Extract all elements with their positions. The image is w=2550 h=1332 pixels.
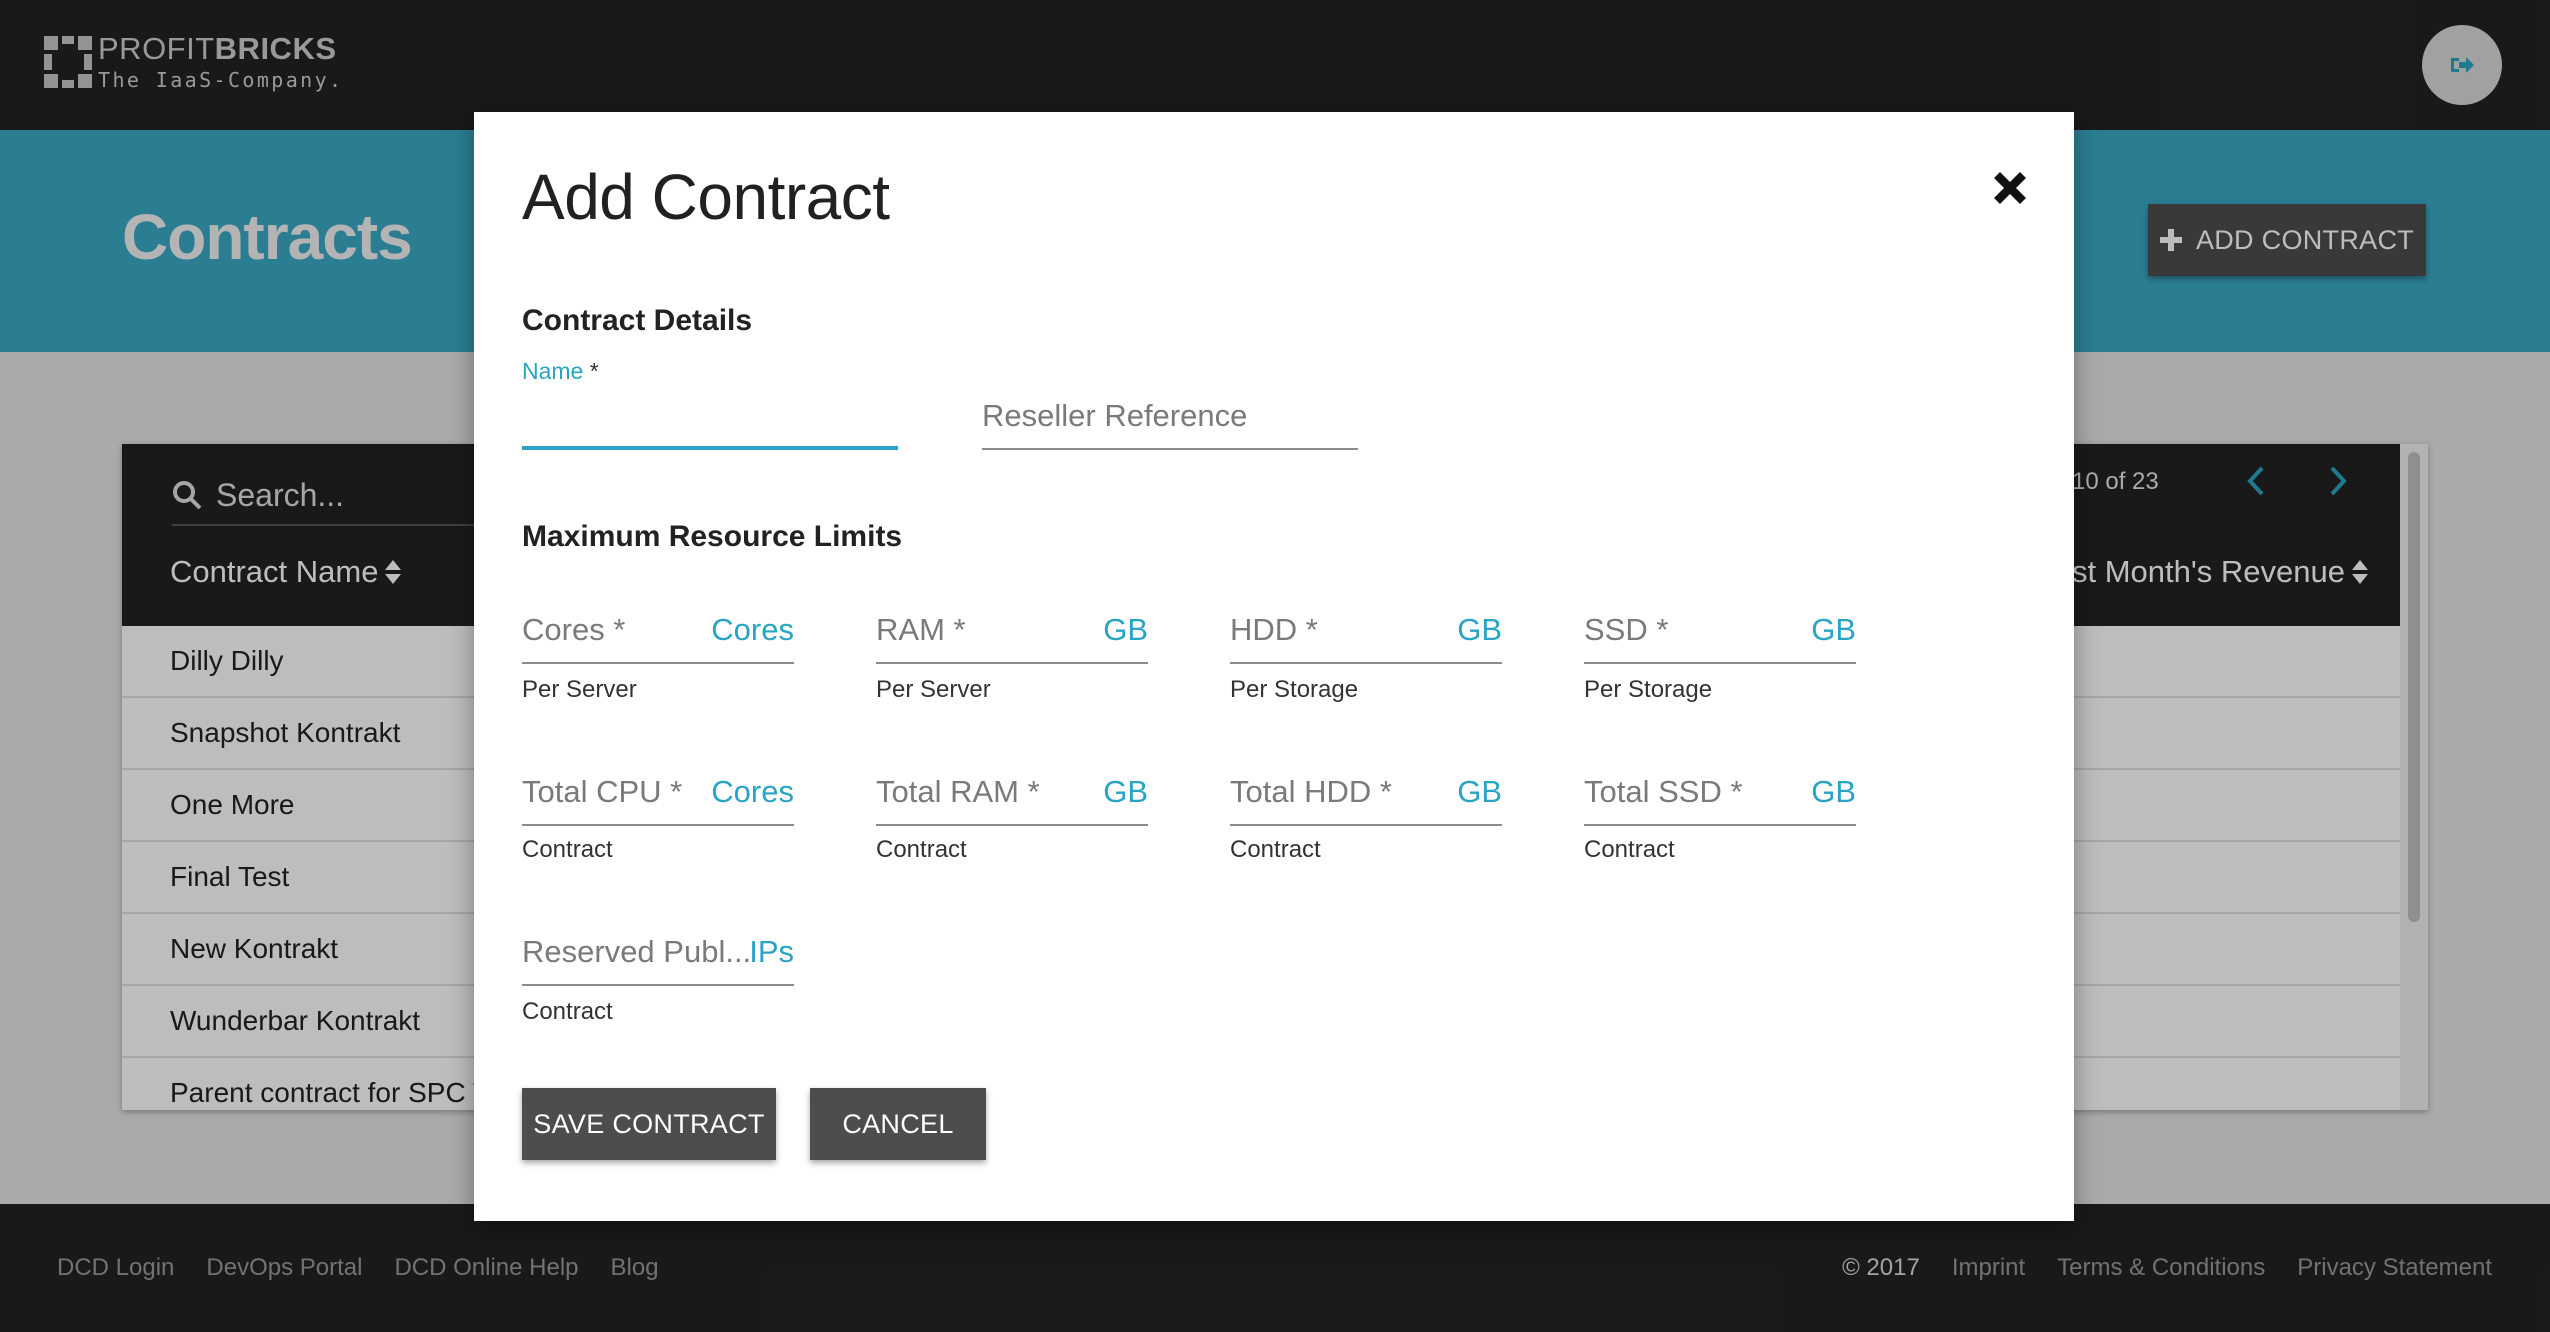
total-cpu-input[interactable]: Total CPU * Cores [522,766,794,826]
helper-text: Per Server [876,676,991,703]
close-icon[interactable] [1988,166,2032,210]
cores-per-server-input[interactable]: Cores * Cores [522,604,794,664]
section-title-contract-details: Contract Details [522,304,753,337]
add-contract-dialog: Add Contract Contract Details Name * Res… [474,112,2074,1221]
hdd-per-storage-input[interactable]: HDD * GB [1230,604,1502,664]
helper-text: Contract [522,998,613,1025]
helper-text: Per Storage [1230,676,1359,703]
ssd-per-storage-input[interactable]: SSD * GB [1584,604,1856,664]
helper-text: Contract [522,836,613,863]
reserved-public-ips-input[interactable]: Reserved Publ... IPs [522,926,794,986]
total-ram-input[interactable]: Total RAM * GB [876,766,1148,826]
name-input[interactable] [522,446,898,450]
helper-text: Contract [876,836,967,863]
name-field-label: Name * [522,358,599,384]
total-ssd-input[interactable]: Total SSD * GB [1584,766,1856,826]
dialog-title: Add Contract [522,161,890,233]
helper-text: Per Server [522,676,637,703]
helper-text: Contract [1230,836,1321,863]
helper-text: Per Storage [1584,676,1713,703]
reseller-reference-input[interactable]: Reseller Reference [982,390,1358,450]
total-hdd-input[interactable]: Total HDD * GB [1230,766,1502,826]
ram-per-server-input[interactable]: RAM * GB [876,604,1148,664]
cancel-button[interactable]: CANCEL [810,1088,986,1160]
save-contract-button[interactable]: SAVE CONTRACT [522,1088,776,1160]
helper-text: Contract [1584,836,1675,863]
section-title-resource-limits: Maximum Resource Limits [522,520,903,553]
